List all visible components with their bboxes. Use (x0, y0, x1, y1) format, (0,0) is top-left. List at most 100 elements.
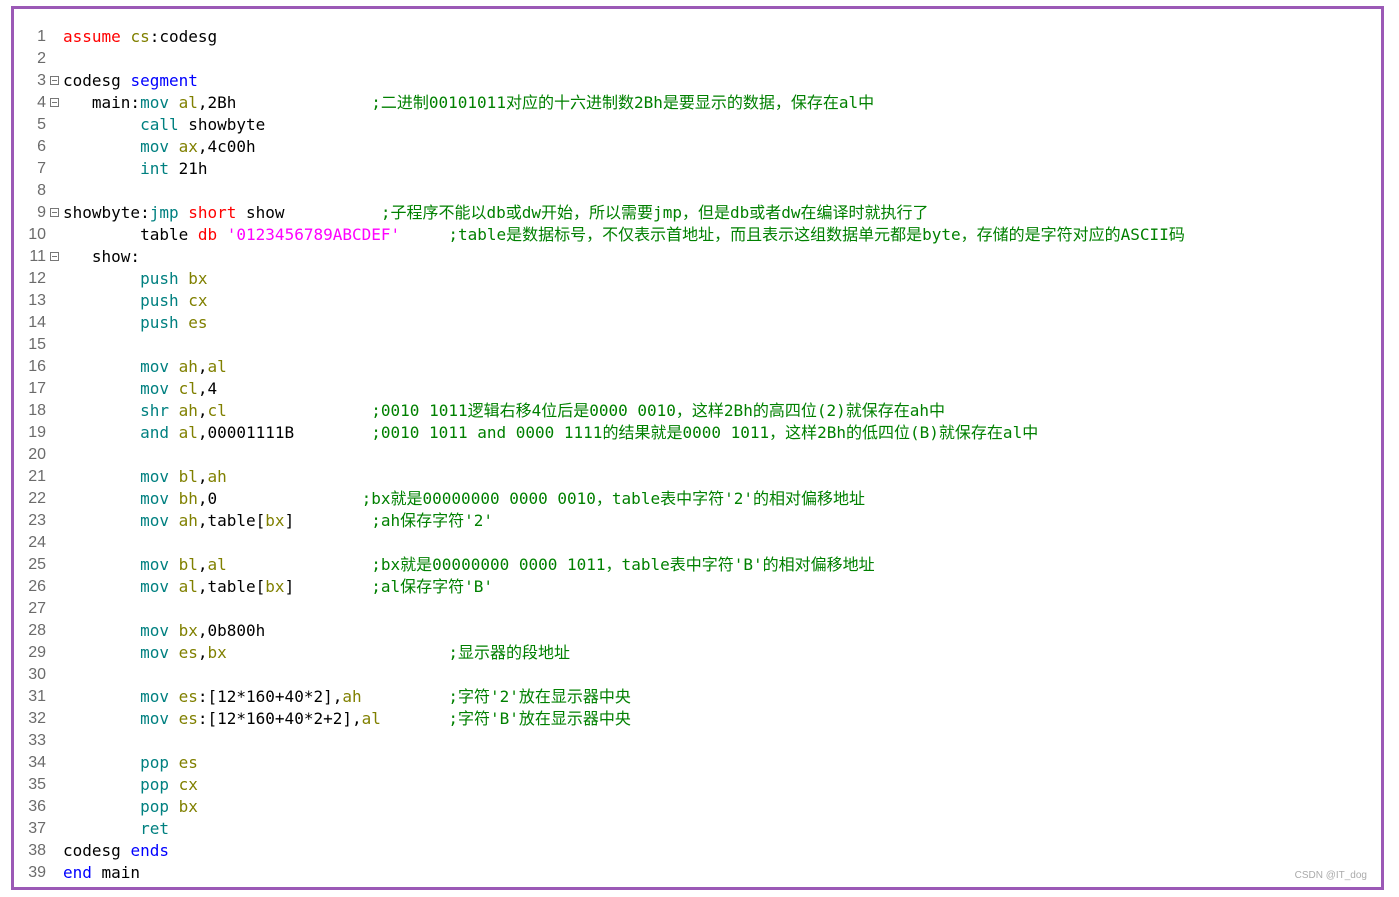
code-line[interactable]: 24 (14, 532, 1381, 554)
code-comment: ;al保存字符'B' (371, 577, 494, 596)
code-token: ,4 (197, 379, 218, 398)
code-line[interactable]: 34 pop es (14, 752, 1381, 774)
code-comment: ;0010 1011 and 0000 1111的结果就是0000 1011，这… (371, 423, 1039, 442)
code-line[interactable]: 21 mov bl,ah (14, 466, 1381, 488)
code-line[interactable]: 7 int 21h (14, 158, 1381, 180)
fold-collapse-icon[interactable] (50, 208, 59, 217)
code-line[interactable]: 4 main:mov al,2Bh ;二进制00101011对应的十六进制数2B… (14, 92, 1381, 114)
code-line[interactable]: 9 showbyte:jmp short show ;子程序不能以db或dw开始，… (14, 202, 1381, 224)
code-token: ax (178, 137, 198, 156)
line-number: 30 (28, 666, 46, 683)
code-line[interactable]: 28 mov bx,0b800h (14, 620, 1381, 642)
code-comment: ;bx就是00000000 0000 1011，table表中字符'B'的相对偏… (371, 555, 875, 574)
fold-collapse-icon[interactable] (50, 98, 59, 107)
code-line[interactable]: 12 push bx (14, 268, 1381, 290)
code-line[interactable]: 23 mov ah,table[bx] ;ah保存字符'2' (14, 510, 1381, 532)
fold-collapse-icon[interactable] (50, 252, 59, 261)
code-token: :[12*160+40*2], (197, 687, 343, 706)
code-line[interactable]: 14 push es (14, 312, 1381, 334)
code-line[interactable]: 15 (14, 334, 1381, 356)
code-line[interactable]: 3 codesg segment (14, 70, 1381, 92)
code-line[interactable]: 29 mov es,bx ;显示器的段地址 (14, 642, 1381, 664)
code-line[interactable]: 11 show: (14, 246, 1381, 268)
code-line[interactable]: 19 and al,00001111B ;0010 1011 and 0000 … (14, 422, 1381, 444)
code-line[interactable]: 20 (14, 444, 1381, 466)
code-line[interactable]: 27 (14, 598, 1381, 620)
code-line[interactable]: 26 mov al,table[bx] ;al保存字符'B' (14, 576, 1381, 598)
code-token: es (178, 709, 198, 728)
code-token: al (178, 423, 198, 442)
code-line[interactable]: 10 table db '0123456789ABCDEF' ;table是数据… (14, 224, 1381, 246)
code-token: bx (178, 797, 198, 816)
code-line[interactable]: 22 mov bh,0 ;bx就是00000000 0000 0010，tabl… (14, 488, 1381, 510)
line-number: 12 (28, 270, 46, 287)
code-line[interactable]: 6 mov ax,4c00h (14, 136, 1381, 158)
code-line[interactable]: 13 push cx (14, 290, 1381, 312)
line-number: 4 (37, 94, 46, 111)
code-line[interactable]: 33 (14, 730, 1381, 752)
code-token: , (197, 643, 208, 662)
code-line[interactable]: 37 ret (14, 818, 1381, 840)
code-line[interactable]: 16 mov ah,al (14, 356, 1381, 378)
watermark: CSDN @IT_dog (1294, 870, 1367, 881)
code-token: push (140, 269, 189, 288)
code-line[interactable]: 39 end main (14, 862, 1381, 884)
code-line[interactable]: 36 pop bx (14, 796, 1381, 818)
code-line[interactable]: 17 mov cl,4 (14, 378, 1381, 400)
code-token: al (178, 93, 198, 112)
line-number: 35 (28, 776, 46, 793)
code-token: es (188, 313, 208, 332)
code-line[interactable]: 30 (14, 664, 1381, 686)
code-token: jmp (149, 203, 189, 222)
code-token: ah (178, 357, 198, 376)
code-token: mov (140, 555, 179, 574)
code-text: assume cs:codesg (63, 26, 217, 48)
code-line[interactable]: 38 codesg ends (14, 840, 1381, 862)
code-text: mov es,bx ;显示器的段地址 (63, 642, 570, 664)
code-text: mov bl,al ;bx就是00000000 0000 1011，table表… (63, 554, 875, 576)
code-token: segment (130, 71, 198, 90)
line-number: 37 (28, 820, 46, 837)
code-line[interactable]: 35 pop cx (14, 774, 1381, 796)
line-number: 6 (37, 138, 46, 155)
code-line[interactable]: 5 call showbyte (14, 114, 1381, 136)
line-number: 20 (28, 446, 46, 463)
code-token: es (178, 753, 198, 772)
line-number: 11 (29, 248, 46, 265)
code-line[interactable]: 1 assume cs:codesg (14, 26, 1381, 48)
line-number: 29 (28, 644, 46, 661)
code-line[interactable]: 32 mov es:[12*160+40*2+2],al ;字符'B'放在显示器… (14, 708, 1381, 730)
code-text: showbyte:jmp short show ;子程序不能以db或dw开始，所… (63, 202, 929, 224)
code-token: , (197, 555, 208, 574)
code-token: al (178, 577, 198, 596)
line-number: 15 (28, 336, 46, 353)
code-text: ret (63, 818, 169, 840)
code-token: ,0 (197, 489, 362, 508)
code-line[interactable]: 25 mov bl,al ;bx就是00000000 0000 1011，tab… (14, 554, 1381, 576)
line-number: 32 (28, 710, 46, 727)
code-line[interactable]: 8 (14, 180, 1381, 202)
code-token: cl (207, 401, 227, 420)
code-token: ah (342, 687, 362, 706)
code-line[interactable]: 2 (14, 48, 1381, 70)
code-line[interactable]: 18 shr ah,cl ;0010 1011逻辑右移4位后是0000 0010… (14, 400, 1381, 422)
code-token: ,4c00h (197, 137, 256, 156)
code-line[interactable]: 31 mov es:[12*160+40*2],ah ;字符'2'放在显示器中央 (14, 686, 1381, 708)
code-editor[interactable]: 1 assume cs:codesg 2 3 codesg segment 4 main:… (14, 26, 1381, 884)
code-token: bx (178, 621, 198, 640)
fold-collapse-icon[interactable] (50, 76, 59, 85)
code-text: mov es:[12*160+40*2],ah ;字符'2'放在显示器中央 (63, 686, 631, 708)
code-text: table db '0123456789ABCDEF' ;table是数据标号，… (63, 224, 1185, 246)
